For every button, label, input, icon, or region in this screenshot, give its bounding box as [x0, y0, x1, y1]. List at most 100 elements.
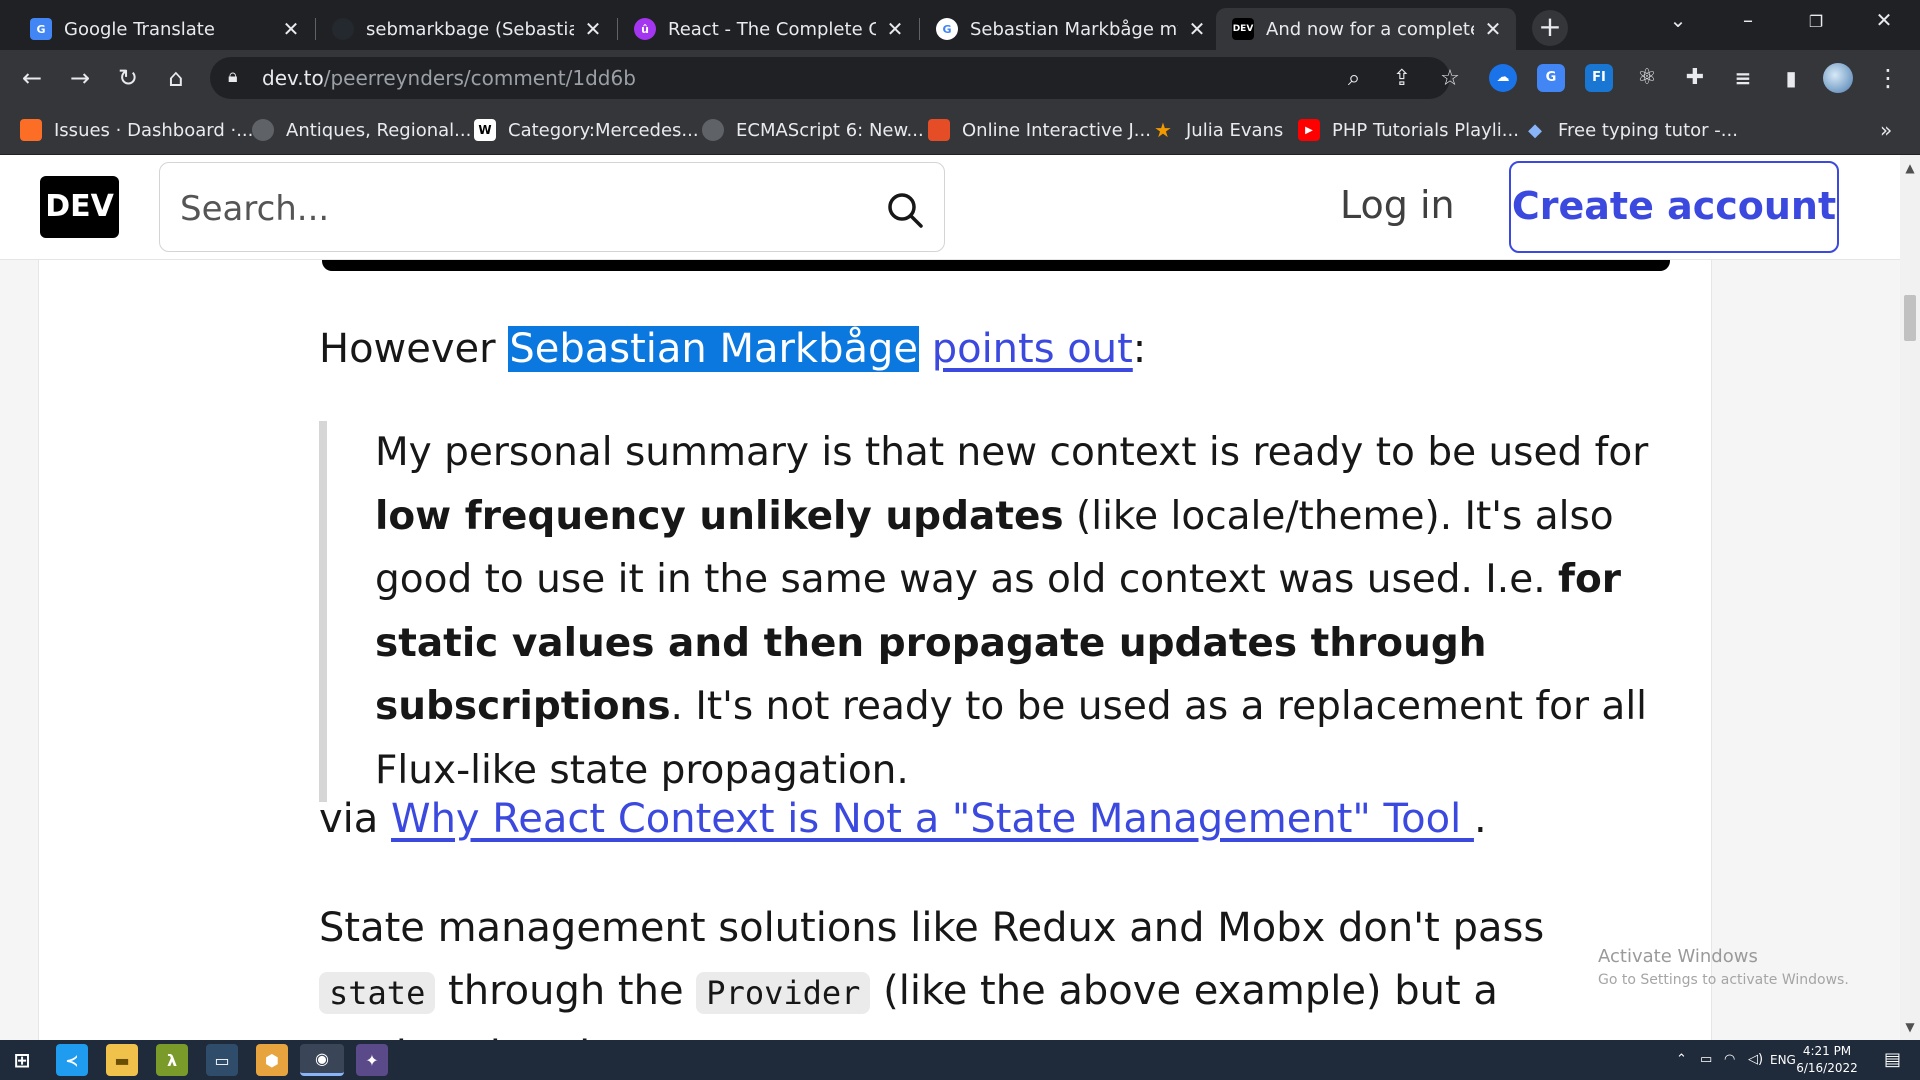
windows-taskbar: ⊞ ≺ ▬ λ ▭ ⬢ ◉ ✦ ⌃ ▭ ◠ ◁) ENG 4:21 PM 6/1… [0, 1040, 1920, 1080]
bookmark-label: Antiques, Regional... [286, 119, 472, 141]
tab-google-translate[interactable]: G Google Translate ✕ [14, 8, 314, 50]
youtube-icon: ▶ [1298, 119, 1320, 141]
google-icon: G [936, 18, 958, 40]
share-icon[interactable]: ⇪ [1388, 65, 1416, 93]
lambda-app-icon[interactable]: λ [156, 1044, 188, 1076]
bookmark-label: Free typing tutor -... [1558, 119, 1738, 141]
back-icon[interactable]: ← [16, 62, 48, 94]
selected-text[interactable]: Sebastian Markbåge [508, 326, 919, 372]
paragraph: State management solutions like Redux an… [319, 897, 1619, 1040]
zoom-icon[interactable]: ⌕ [1340, 65, 1368, 93]
text: . [1473, 796, 1487, 842]
volume-icon[interactable]: ◁) [1748, 1040, 1763, 1080]
bookmark-item[interactable]: ◆ Free typing tutor -... [1524, 106, 1738, 154]
wifi-icon[interactable]: ◠ [1724, 1040, 1735, 1080]
tab-dev-active[interactable]: DEV And now for a completely ✕ [1216, 8, 1516, 50]
star-icon: ★ [1154, 118, 1172, 142]
bookmark-item[interactable]: ★ Julia Evans [1152, 106, 1283, 154]
scroll-up-icon[interactable]: ▲ [1900, 161, 1920, 175]
gitkraken-icon[interactable]: ✦ [356, 1044, 388, 1076]
close-icon[interactable]: ✕ [884, 17, 906, 41]
wikipedia-icon: W [474, 119, 496, 141]
bookmark-item[interactable]: ECMAScript 6: New... [702, 106, 924, 154]
bookmark-item[interactable]: Online Interactive J... [928, 106, 1151, 154]
react-devtools-icon[interactable]: ⚛ [1633, 64, 1661, 92]
side-panel-icon[interactable]: ▮ [1777, 64, 1805, 92]
quote-text: My personal summary is that new context … [375, 430, 1649, 475]
file-explorer-icon[interactable]: ▬ [106, 1044, 138, 1076]
windows-start-icon[interactable]: ⊞ [6, 1044, 38, 1076]
notification-icon[interactable]: ▤ [1884, 1040, 1901, 1080]
scroll-down-icon[interactable]: ▼ [1900, 1020, 1920, 1034]
close-icon[interactable]: ✕ [1186, 17, 1208, 41]
restore-button[interactable]: ❐ [1796, 12, 1836, 31]
battery-icon[interactable]: ▭ [1700, 1040, 1712, 1080]
close-icon[interactable]: ✕ [1482, 17, 1504, 41]
more-menu-icon[interactable]: ⋮ [1872, 62, 1904, 94]
site-header: DEV Search... Log in Create account [0, 155, 1900, 260]
tab-search-icon[interactable]: ⌄ [1658, 8, 1698, 32]
system-clock[interactable]: 4:21 PM 6/16/2022 [1782, 1043, 1872, 1077]
vscode-icon[interactable]: ≺ [56, 1044, 88, 1076]
bookmark-item[interactable]: Issues · Dashboard ·... [20, 106, 253, 154]
search-input[interactable]: Search... [159, 162, 945, 252]
paragraph: via Why React Context is Not a "State Ma… [319, 789, 1487, 849]
bookmark-star-icon[interactable]: ☆ [1436, 65, 1464, 93]
profile-avatar[interactable] [1823, 63, 1853, 93]
bookmark-item[interactable]: Antiques, Regional... [252, 106, 471, 154]
url-domain: dev.to [262, 66, 324, 90]
bookmark-item[interactable]: W Category:Mercedes... [474, 106, 699, 154]
close-icon[interactable]: ✕ [582, 17, 604, 41]
bookmark-label: Julia Evans [1186, 119, 1284, 141]
reading-list-icon[interactable]: ≡ [1729, 64, 1757, 92]
create-account-button[interactable]: Create account [1509, 161, 1839, 253]
tab-title: React - The Complete Gui [668, 18, 876, 40]
hexagon-app-icon[interactable]: ⬢ [256, 1044, 288, 1076]
home-icon[interactable]: ⌂ [160, 62, 192, 94]
gitlab-icon [20, 119, 42, 141]
tab-google-search[interactable]: G Sebastian Markbåge my p ✕ [920, 8, 1220, 50]
text: through the [435, 968, 697, 1014]
code-block-bottom [322, 259, 1670, 271]
bookmark-item[interactable]: ▶ PHP Tutorials Playli... [1298, 106, 1519, 154]
udemy-icon: û [634, 18, 656, 40]
tab-github[interactable]: sebmarkbage (Sebastian M ✕ [316, 8, 616, 50]
more-bookmarks-icon[interactable]: » [1880, 106, 1892, 154]
search-icon[interactable] [886, 191, 924, 229]
monitor-app-icon[interactable]: ▭ [206, 1044, 238, 1076]
url-text[interactable]: dev.to/peerreynders/comment/1dd6b [262, 66, 636, 90]
text: via [319, 796, 392, 842]
dev-icon: DEV [1232, 18, 1254, 40]
points-out-link[interactable]: points out [932, 326, 1133, 372]
article-link[interactable]: Why React Context is Not a "State Manage… [391, 796, 1474, 842]
search-placeholder: Search... [180, 189, 330, 229]
tab-title: Sebastian Markbåge my p [970, 18, 1178, 40]
google-translate-extension-icon[interactable]: G [1537, 64, 1565, 92]
address-bar[interactable]: 🔒︎ dev.to/peerreynders/comment/1dd6b ⌕ ⇪… [210, 57, 1460, 99]
dev-logo[interactable]: DEV [40, 176, 119, 238]
tab-title: sebmarkbage (Sebastian M [366, 18, 574, 40]
tab-strip: G Google Translate ✕ sebmarkbage (Sebast… [0, 0, 1920, 50]
cloud-extension-icon[interactable]: ☁ [1489, 64, 1517, 92]
chrome-taskbar-icon[interactable]: ◉ [300, 1044, 344, 1076]
bookmark-label: Issues · Dashboard ·... [54, 119, 254, 141]
new-tab-button[interactable]: + [1532, 10, 1568, 46]
paragraph: However Sebastian Markbåge points out: [319, 319, 1146, 379]
tab-udemy[interactable]: û React - The Complete Gui ✕ [618, 8, 918, 50]
page-scrollbar[interactable]: ▲ ▼ [1900, 155, 1920, 1040]
tray-chevron-icon[interactable]: ⌃ [1676, 1040, 1687, 1080]
scrollbar-thumb[interactable] [1904, 295, 1916, 341]
bookmark-label: Category:Mercedes... [508, 119, 699, 141]
close-window-button[interactable]: ✕ [1864, 8, 1904, 32]
extensions-puzzle-icon[interactable]: ✚ [1681, 64, 1709, 92]
lock-icon[interactable]: 🔒︎ [228, 66, 238, 87]
close-icon[interactable]: ✕ [280, 17, 302, 41]
login-link[interactable]: Log in [1340, 183, 1455, 227]
forward-icon[interactable]: → [64, 62, 96, 94]
github-icon [332, 18, 354, 40]
minimize-button[interactable]: – [1728, 8, 1768, 32]
fi-extension-icon[interactable]: FI [1585, 64, 1613, 92]
activate-windows-title: Activate Windows [1598, 946, 1758, 967]
reload-icon[interactable]: ↻ [112, 62, 144, 94]
html5-icon [928, 119, 950, 141]
